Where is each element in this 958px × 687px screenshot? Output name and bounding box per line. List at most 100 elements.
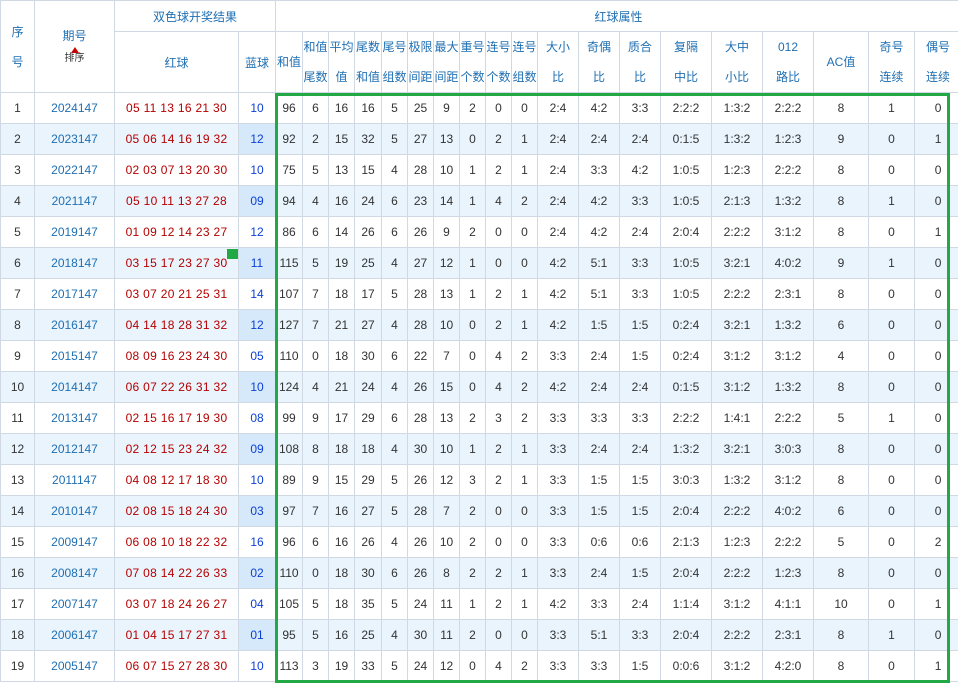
cell-blue-ball: 01 xyxy=(237,619,277,651)
cell-attr-15: 4:2:0 xyxy=(762,650,815,682)
cell-attr-4: 5 xyxy=(381,123,409,155)
cell-attr-13: 3:0:3 xyxy=(660,464,713,496)
header-attr-16: AC值 xyxy=(813,31,870,93)
cell-attr-13: 1:0:5 xyxy=(660,247,713,279)
cell-attr-5: 26 xyxy=(407,526,435,558)
cell-attr-16: 8 xyxy=(813,464,870,496)
cell-period: 2011147 xyxy=(34,464,115,496)
header-attr-18-line1: 连续 xyxy=(926,70,951,84)
cell-attr-8: 4 xyxy=(485,371,513,403)
cell-attr-10: 4:2 xyxy=(537,278,580,310)
cell-attr-4: 4 xyxy=(381,526,409,558)
cell-attr-13: 2:0:4 xyxy=(660,619,713,651)
cell-attr-18: 1 xyxy=(914,123,958,155)
cell-attr-4: 5 xyxy=(381,650,409,682)
sort-button[interactable]: 排序 xyxy=(36,46,114,65)
cell-attr-7: 1 xyxy=(459,433,487,465)
cell-attr-7: 0 xyxy=(459,371,487,403)
cell-attr-18: 0 xyxy=(914,247,958,279)
cell-attr-14: 3:1:2 xyxy=(711,650,764,682)
cell-red-balls: 05 06 14 16 19 32 xyxy=(114,123,239,155)
cell-blue-ball: 12 xyxy=(237,216,277,248)
cell-attr-12: 2:4 xyxy=(619,123,662,155)
cell-attr-6: 13 xyxy=(433,402,461,434)
cell-attr-11: 4:2 xyxy=(578,92,621,124)
cell-attr-16: 6 xyxy=(813,309,870,341)
cell-attr-15: 1:2:3 xyxy=(762,557,815,589)
cell-attr-15: 1:3:2 xyxy=(762,371,815,403)
header-attr-14: 大中 小比 xyxy=(711,31,764,93)
cell-attr-0: 97 xyxy=(275,495,304,527)
cell-attr-5: 28 xyxy=(407,402,435,434)
cell-blue-ball: 09 xyxy=(237,433,277,465)
cell-attr-5: 27 xyxy=(407,123,435,155)
cell-attr-16: 8 xyxy=(813,650,870,682)
cell-attr-6: 10 xyxy=(433,526,461,558)
cell-attr-4: 5 xyxy=(381,588,409,620)
cell-seq: 11 xyxy=(0,402,35,434)
cell-attr-2: 13 xyxy=(328,154,356,186)
cell-attr-16: 8 xyxy=(813,185,870,217)
header-period: 期号 排序 xyxy=(34,0,115,93)
cell-attr-3: 27 xyxy=(354,495,383,527)
header-blue: 蓝球 xyxy=(237,31,277,93)
cell-attr-18: 0 xyxy=(914,557,958,589)
cell-attr-11: 5:1 xyxy=(578,619,621,651)
cell-attr-0: 105 xyxy=(275,588,304,620)
cell-attr-15: 4:0:2 xyxy=(762,247,815,279)
cell-attr-10: 4:2 xyxy=(537,247,580,279)
cell-attr-2: 15 xyxy=(328,123,356,155)
cell-attr-10: 2:4 xyxy=(537,154,580,186)
cell-attr-10: 3:3 xyxy=(537,619,580,651)
cell-attr-2: 17 xyxy=(328,402,356,434)
cell-attr-2: 19 xyxy=(328,650,356,682)
cell-attr-18: 1 xyxy=(914,588,958,620)
table-row: 7 2017147 03 07 20 21 25 31 14 107 7 18 17 5 28 13… xyxy=(0,278,958,310)
cell-attr-1: 5 xyxy=(302,588,330,620)
header-attr-0-line0: 和值 xyxy=(277,55,302,69)
header-attr-12-line0: 质合 xyxy=(628,40,653,54)
cell-attr-8: 2 xyxy=(485,309,513,341)
cell-attr-4: 4 xyxy=(381,433,409,465)
table-row: 12 2012147 02 12 15 23 24 32 09 108 8 18 18 4 30 1… xyxy=(0,433,958,465)
cell-attr-4: 4 xyxy=(381,619,409,651)
header-seq-line2: 号 xyxy=(11,54,24,69)
header-attr-9: 连号 组数 xyxy=(511,31,539,93)
cell-attr-0: 94 xyxy=(275,185,304,217)
header-attr-3-line1: 和值 xyxy=(356,70,381,84)
cell-period: 2010147 xyxy=(34,495,115,527)
cell-attr-3: 15 xyxy=(354,154,383,186)
cell-attr-9: 0 xyxy=(511,495,539,527)
cell-red-balls: 03 07 20 21 25 31 xyxy=(114,278,239,310)
cell-blue-ball: 12 xyxy=(237,123,277,155)
cell-period: 2021147 xyxy=(34,185,115,217)
cell-attr-6: 10 xyxy=(433,433,461,465)
cell-attr-0: 110 xyxy=(275,340,304,372)
cell-attr-10: 2:4 xyxy=(537,92,580,124)
cell-attr-13: 2:2:2 xyxy=(660,402,713,434)
cell-attr-15: 4:0:2 xyxy=(762,495,815,527)
cell-attr-7: 3 xyxy=(459,464,487,496)
cell-attr-10: 3:3 xyxy=(537,495,580,527)
table-body: 1 2024147 05 11 13 16 21 30 10 96 6 16 16 5 25 9 2 0… xyxy=(0,92,958,682)
cell-period: 2005147 xyxy=(34,650,115,682)
cell-attr-7: 1 xyxy=(459,278,487,310)
cell-attr-14: 2:2:2 xyxy=(711,619,764,651)
header-attr-6: 最大 间距 xyxy=(433,31,461,93)
header-attr-14-line0: 大中 xyxy=(725,40,750,54)
cell-attr-15: 1:2:3 xyxy=(762,123,815,155)
cell-attr-11: 3:3 xyxy=(578,588,621,620)
cell-attr-15: 3:1:2 xyxy=(762,464,815,496)
cell-attr-6: 13 xyxy=(433,278,461,310)
cell-attr-5: 28 xyxy=(407,309,435,341)
cell-attr-8: 2 xyxy=(485,464,513,496)
cell-attr-9: 1 xyxy=(511,309,539,341)
header-attr-7: 重号 个数 xyxy=(459,31,487,93)
cell-attr-16: 8 xyxy=(813,557,870,589)
cell-attr-2: 18 xyxy=(328,588,356,620)
cell-attr-7: 0 xyxy=(459,123,487,155)
cell-attr-7: 1 xyxy=(459,588,487,620)
cell-attr-1: 9 xyxy=(302,402,330,434)
cell-attr-10: 3:3 xyxy=(537,402,580,434)
header-red: 红球 xyxy=(114,31,239,93)
